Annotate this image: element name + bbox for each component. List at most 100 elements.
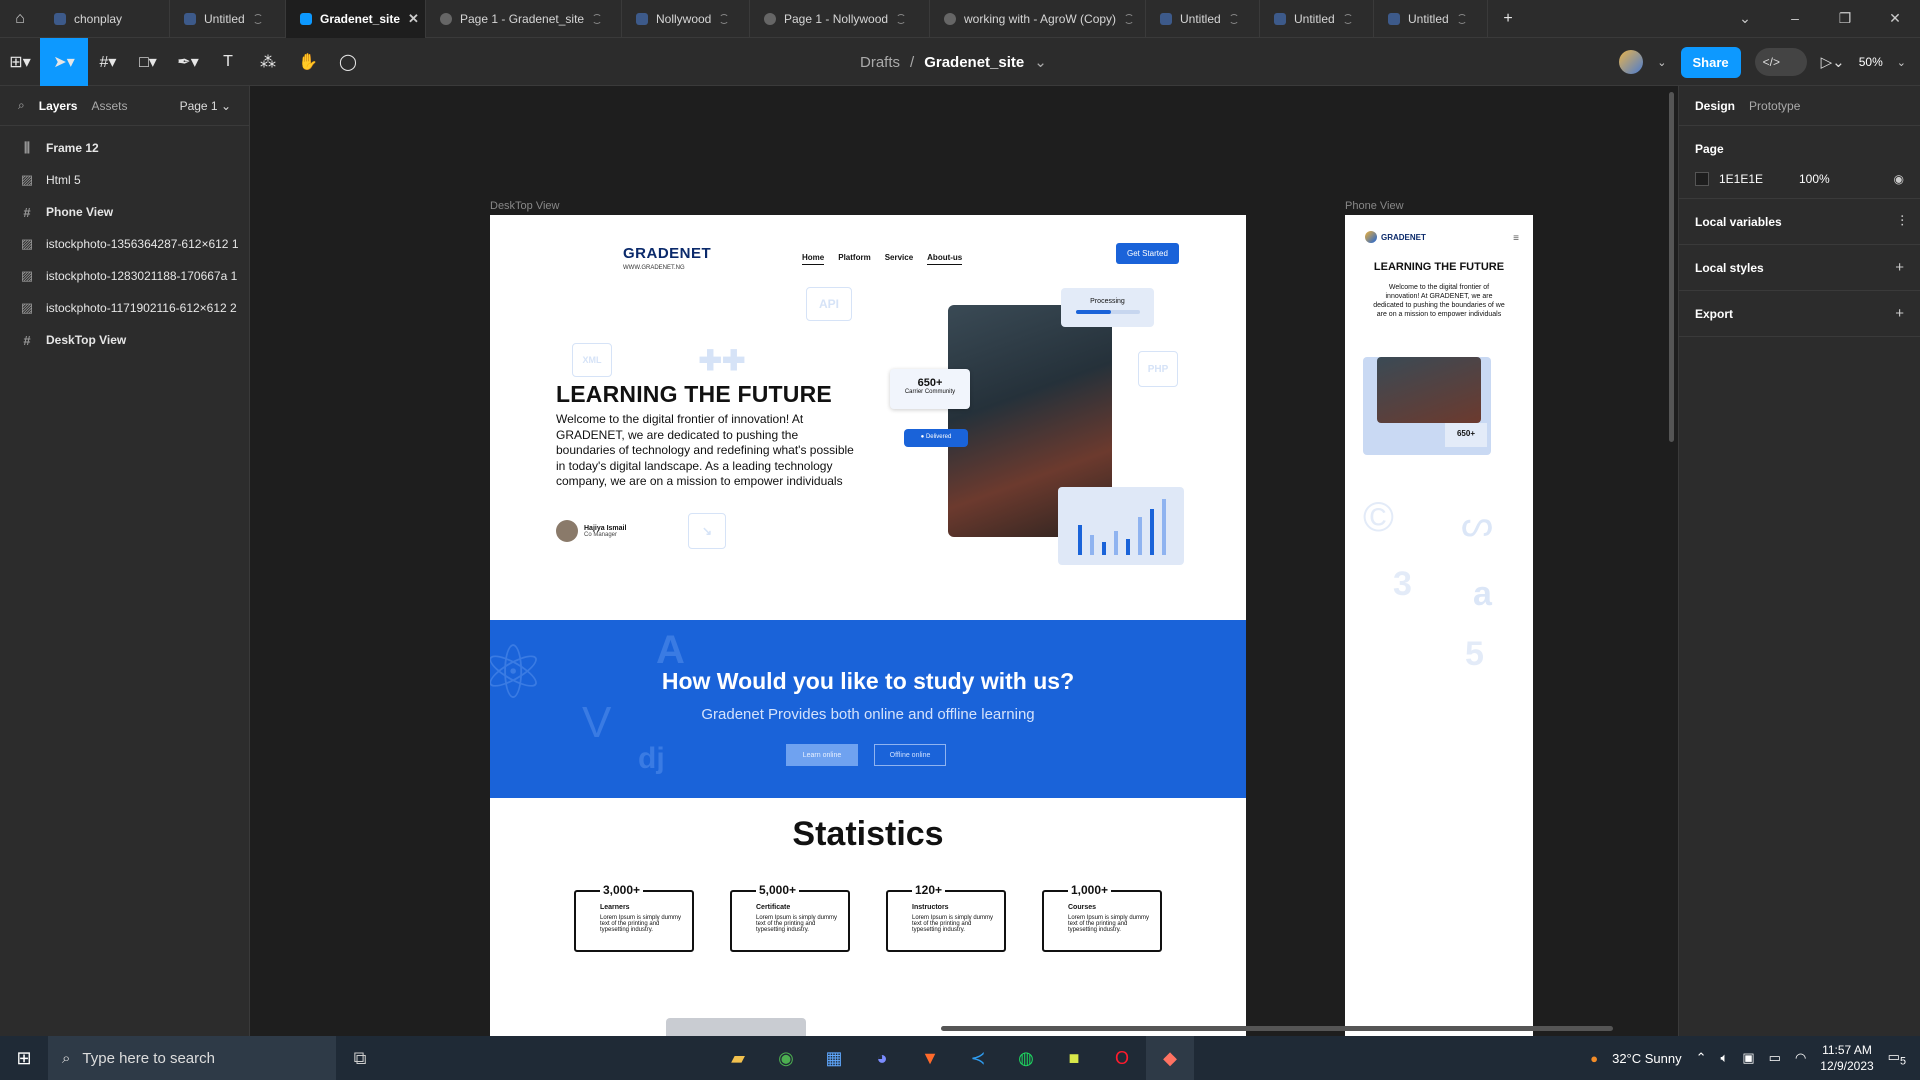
hamburger-menu-icon[interactable]: ≡ <box>1513 233 1519 244</box>
weather[interactable]: 32°C Sunny <box>1612 1051 1682 1066</box>
canvas[interactable]: DeskTop View Phone View GRADENET WWW.GRA… <box>251 86 1677 1036</box>
taskbar-search[interactable]: ⌕ Type here to search <box>48 1036 336 1080</box>
figma-icon[interactable]: ◆ <box>1146 1036 1194 1080</box>
close-window-icon[interactable]: ✕ <box>1870 10 1920 27</box>
windows-start-icon[interactable]: ⊞ <box>0 1036 48 1080</box>
pycharm-icon[interactable]: ■ <box>1050 1036 1098 1080</box>
close-icon[interactable]: ✕ <box>408 11 419 27</box>
shape-tool-icon[interactable]: □▾ <box>128 38 168 86</box>
sliders-icon[interactable]: ⫶ <box>1900 213 1904 230</box>
plus-icon[interactable]: + <box>1895 305 1904 322</box>
layer-istock-2[interactable]: ▨ istockphoto-1283021188-170667a 1 <box>0 260 249 292</box>
move-tool-icon[interactable]: ➤▾ <box>40 37 88 86</box>
chevron-down-icon[interactable]: ⌄ <box>1034 53 1047 71</box>
nav-home[interactable]: Home <box>802 253 825 265</box>
hand-tool-icon[interactable]: ✋ <box>288 38 328 86</box>
chevron-down-icon[interactable]: ⌄ <box>1720 10 1770 27</box>
get-started-button[interactable]: Get Started <box>1116 243 1179 264</box>
main-menu-icon[interactable]: ⊞▾ <box>0 38 40 86</box>
chevron-down-icon[interactable]: ⌄ <box>1657 56 1666 69</box>
tab-chonplay[interactable]: chonplay <box>40 0 170 38</box>
chrome-icon[interactable]: ◉ <box>762 1036 810 1080</box>
frame-tool-icon[interactable]: #▾ <box>88 38 128 86</box>
tab-assets[interactable]: Assets <box>91 99 127 113</box>
volume-icon[interactable]: 🔈︎ <box>1721 1050 1729 1066</box>
chevron-up-icon[interactable]: ⌃ <box>1696 1050 1707 1066</box>
resources-icon[interactable]: ⁂ <box>248 38 288 86</box>
share-button[interactable]: Share <box>1680 46 1741 78</box>
tab-page1-gradenet[interactable]: Page 1 - Gradenet_site <box>426 0 622 38</box>
store-icon[interactable]: ▦ <box>810 1036 858 1080</box>
learn-online-button[interactable]: Learn online <box>786 744 858 766</box>
django-ghost-icon: dj <box>638 742 665 775</box>
pen-tool-icon[interactable]: ✒▾ <box>168 38 208 86</box>
tab-untitled-2[interactable]: Untitled <box>1146 0 1260 38</box>
tab-design[interactable]: Design <box>1695 99 1735 113</box>
brave-icon[interactable]: ▼ <box>906 1036 954 1080</box>
tab-agrow-copy[interactable]: working with - AgroW (Copy) <box>930 0 1146 38</box>
tab-page1-nollywood[interactable]: Page 1 - Nollywood <box>750 0 930 38</box>
zoom-level[interactable]: 50% <box>1859 55 1883 69</box>
vertical-scrollbar[interactable] <box>1669 92 1674 442</box>
spotify-icon[interactable]: ◍ <box>1002 1036 1050 1080</box>
nav-service[interactable]: Service <box>885 253 913 265</box>
clock[interactable]: 11:57 AM 12/9/2023 <box>1820 1042 1873 1074</box>
layer-phone-view[interactable]: # Phone View <box>0 196 249 228</box>
tab-layers[interactable]: Layers <box>39 99 78 113</box>
layer-istock-1[interactable]: ▨ istockphoto-1356364287-612×612 1 <box>0 228 249 260</box>
desktop-frame-label[interactable]: DeskTop View <box>490 200 560 212</box>
tab-prototype[interactable]: Prototype <box>1749 99 1800 113</box>
loading-spinner-icon <box>592 13 603 24</box>
phone-frame-label[interactable]: Phone View <box>1345 200 1404 212</box>
minimize-icon[interactable]: – <box>1770 10 1820 27</box>
desktop-view-frame[interactable]: GRADENET WWW.GRADENET.NG Home Platform S… <box>490 215 1246 1036</box>
battery-icon[interactable]: ▭ <box>1769 1050 1781 1066</box>
dev-mode-toggle[interactable]: </> <box>1754 48 1807 76</box>
breadcrumb-folder[interactable]: Drafts <box>860 54 900 71</box>
page-selector[interactable]: Page 1 ⌄ <box>180 99 231 113</box>
new-tab-plus-icon[interactable]: + <box>1488 0 1528 43</box>
search-icon[interactable]: ⌕ <box>18 98 25 113</box>
layer-istock-3[interactable]: ▨ istockphoto-1171902116-612×612 2 <box>0 292 249 324</box>
tab-untitled-3[interactable]: Untitled <box>1260 0 1374 38</box>
comment-tool-icon[interactable]: ◯ <box>328 38 368 86</box>
opera-icon[interactable]: O <box>1098 1036 1146 1080</box>
tab-untitled-1[interactable]: Untitled <box>170 0 286 38</box>
tab-nollywood[interactable]: Nollywood <box>622 0 750 38</box>
vscode-icon[interactable]: ≺ <box>954 1036 1002 1080</box>
site-nav: Home Platform Service About-us <box>802 253 963 265</box>
file-name[interactable]: Gradenet_site <box>924 54 1024 71</box>
chevron-down-icon[interactable]: ⌄ <box>1897 56 1906 69</box>
nav-platform[interactable]: Platform <box>838 253 870 265</box>
offline-button[interactable]: Offline online <box>874 744 946 766</box>
file-explorer-icon[interactable]: ▰ <box>714 1036 762 1080</box>
task-view-icon[interactable]: ⧉ <box>336 1036 384 1080</box>
home-icon[interactable]: ⌂ <box>0 0 40 38</box>
page-color-swatch[interactable] <box>1695 172 1709 186</box>
page-color-value[interactable]: 1E1E1E <box>1719 172 1789 186</box>
page-opacity[interactable]: 100% <box>1799 172 1830 186</box>
layer-frame-12[interactable]: ⫼ Frame 12 <box>0 132 249 164</box>
export-section[interactable]: Export + <box>1679 291 1920 337</box>
phone-view-frame[interactable]: GRADENET ≡ LEARNING THE FUTURE Welcome t… <box>1345 215 1533 1036</box>
horizontal-scrollbar[interactable] <box>941 1026 1613 1031</box>
local-variables-section[interactable]: Local variables ⫶ <box>1679 199 1920 245</box>
present-play-icon[interactable]: ▷⌄ <box>1821 53 1845 71</box>
image-icon: ▨ <box>20 236 34 251</box>
nav-about[interactable]: About-us <box>927 253 963 265</box>
tab-gradenet-site[interactable]: Gradenet_site ✕ <box>286 0 426 38</box>
camera-icon[interactable]: ▣ <box>1742 1050 1754 1066</box>
tab-untitled-4[interactable]: Untitled <box>1374 0 1488 38</box>
layer-html5[interactable]: ▨ Html 5 <box>0 164 249 196</box>
discord-icon[interactable]: ◕ <box>858 1036 906 1080</box>
wifi-icon[interactable]: ◠ <box>1795 1050 1806 1066</box>
bar-chart-icon <box>1078 499 1166 555</box>
notification-icon[interactable]: ▭5 <box>1888 1049 1906 1068</box>
plus-icon[interactable]: + <box>1895 259 1904 276</box>
avatar[interactable] <box>1619 50 1644 74</box>
layer-desktop-view[interactable]: # DeskTop View <box>0 324 249 356</box>
text-tool-icon[interactable]: T <box>208 38 248 86</box>
eye-icon[interactable]: ◉ <box>1894 172 1904 186</box>
restore-icon[interactable]: ❐ <box>1820 10 1870 27</box>
local-styles-section[interactable]: Local styles + <box>1679 245 1920 291</box>
